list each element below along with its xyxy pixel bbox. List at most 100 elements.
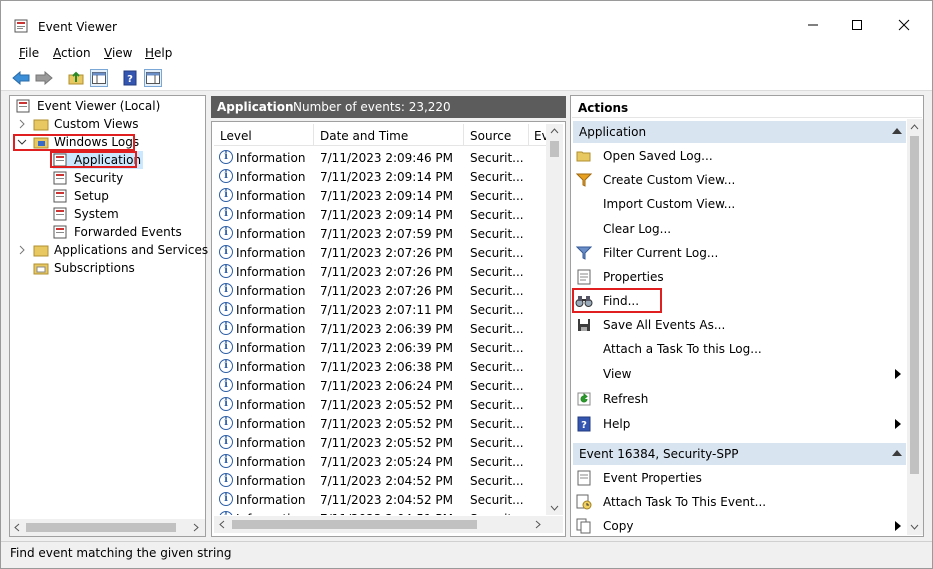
chevron-right-icon[interactable] [17, 245, 27, 255]
tree-label-system: System [74, 207, 119, 221]
action-help[interactable]: ? Help [575, 412, 905, 436]
cell-date-time: 7/11/2023 2:09:14 PM [320, 170, 454, 184]
menu-file[interactable]: File [19, 46, 39, 60]
actions-section-event[interactable]: Event 16384, Security-SPP [573, 443, 906, 465]
scroll-thumb[interactable] [910, 136, 919, 474]
collapse-up-icon[interactable] [892, 450, 902, 456]
maximize-icon [852, 20, 862, 30]
table-row[interactable]: i Information 7/11/2023 2:07:26 PM Securit.… [214, 262, 546, 281]
cell-source: Securit... [470, 360, 524, 374]
table-row[interactable]: i Information 7/11/2023 2:09:14 PM Securit.… [214, 205, 546, 224]
tree-item-event-viewer-local[interactable]: Event Viewer (Local) [16, 97, 160, 115]
maximize-button[interactable] [834, 11, 880, 39]
up-folder-button[interactable] [67, 69, 85, 87]
chevron-right-icon[interactable] [17, 119, 27, 129]
action-save-all-events-as[interactable]: Save All Events As... [575, 313, 905, 337]
close-button[interactable] [881, 11, 927, 39]
column-source[interactable]: Source [470, 129, 511, 143]
action-event-properties[interactable]: Event Properties [575, 466, 905, 490]
table-row[interactable]: i Information 7/11/2023 2:05:52 PM Securit.… [214, 395, 546, 414]
tree-horizontal-scrollbar[interactable] [10, 519, 205, 536]
title-bar[interactable]: Event Viewer [1, 1, 932, 39]
tree-item-system[interactable]: System [53, 205, 119, 223]
table-row[interactable]: i Information 7/11/2023 2:09:46 PM Securit.… [214, 148, 546, 167]
action-label: Clear Log... [603, 222, 672, 236]
action-open-saved-log[interactable]: Open Saved Log... [575, 144, 905, 168]
actions-section-application[interactable]: Application [573, 121, 906, 143]
table-row[interactable]: i Information 7/11/2023 2:05:24 PM Securit.… [214, 452, 546, 471]
windows-logs-folder-icon [33, 137, 49, 149]
scroll-up-icon[interactable] [550, 127, 559, 135]
scroll-up-icon[interactable] [910, 123, 919, 131]
tree-item-application[interactable]: Application [53, 151, 144, 169]
table-row[interactable]: i Information 7/11/2023 2:04:52 PM Securit.… [214, 471, 546, 490]
scroll-thumb[interactable] [550, 141, 559, 157]
copy-icon [575, 518, 593, 534]
scroll-down-icon[interactable] [910, 523, 919, 531]
menu-action[interactable]: Action [53, 46, 91, 60]
action-attach-a-task-to-this-log[interactable]: Attach a Task To this Log... [575, 337, 905, 361]
table-row[interactable]: i Information 7/11/2023 2:06:39 PM Securit.… [214, 338, 546, 357]
scroll-down-icon[interactable] [550, 504, 559, 512]
action-find[interactable]: Find... [575, 289, 905, 313]
table-row[interactable]: i Information 7/11/2023 2:06:24 PM Securit.… [214, 376, 546, 395]
tree-item-security[interactable]: Security [53, 169, 123, 187]
forward-button[interactable] [35, 69, 53, 87]
section-title: Event 16384, Security-SPP [579, 447, 739, 461]
show-hide-tree-button[interactable] [90, 69, 108, 87]
actions-vertical-scrollbar[interactable] [907, 119, 923, 535]
back-arrow-icon [12, 71, 30, 85]
cell-source: Securit... [470, 474, 524, 488]
column-level[interactable]: Level [220, 129, 252, 143]
action-import-custom-view[interactable]: Import Custom View... [575, 192, 905, 216]
table-row[interactable]: i Information 7/11/2023 2:06:38 PM Securit.… [214, 357, 546, 376]
action-clear-log[interactable]: Clear Log... [575, 217, 905, 241]
scroll-right-icon[interactable] [534, 520, 542, 529]
show-hide-actions-button[interactable] [144, 69, 162, 87]
back-button[interactable] [12, 69, 30, 87]
action-copy[interactable]: Copy [575, 514, 905, 538]
action-refresh[interactable]: Refresh [575, 387, 905, 411]
events-vertical-scrollbar[interactable] [546, 124, 563, 515]
tree-item-windows-logs[interactable]: Windows Logs [17, 133, 139, 151]
tree-item-custom-views[interactable]: Custom Views [17, 115, 139, 133]
table-row[interactable]: i Information 7/11/2023 2:09:14 PM Securit.… [214, 186, 546, 205]
tree-item-subscriptions[interactable]: Subscriptions [33, 259, 135, 277]
action-filter-current-log[interactable]: Filter Current Log... [575, 241, 905, 265]
window-title: Event Viewer [38, 20, 117, 34]
tree-item-apps-services[interactable]: Applications and Services Lo [17, 241, 226, 259]
table-row[interactable]: i Information 7/11/2023 2:05:52 PM Securit.… [214, 414, 546, 433]
cell-source: Securit... [470, 284, 524, 298]
scroll-thumb[interactable] [26, 523, 176, 532]
scroll-left-icon[interactable] [13, 523, 21, 532]
table-row[interactable]: i Information 7/11/2023 2:05:52 PM Securit.… [214, 433, 546, 452]
actions-pane-title: Actions [572, 97, 922, 118]
collapse-up-icon[interactable] [892, 128, 902, 134]
action-create-custom-view[interactable]: Create Custom View... [575, 168, 905, 192]
table-row[interactable]: iInformation 7/11/2023 2:04:51 PM Securit.… [214, 509, 546, 515]
tree-item-forwarded-events[interactable]: Forwarded Events [53, 223, 182, 241]
action-attach-task-to-this-event[interactable]: Attach Task To This Event... [575, 490, 905, 514]
help-toolbar-button[interactable]: ? [121, 69, 139, 87]
tree-item-setup[interactable]: Setup [53, 187, 109, 205]
table-row[interactable]: i Information 7/11/2023 2:07:26 PM Securit.… [214, 281, 546, 300]
events-horizontal-scrollbar[interactable] [214, 516, 563, 533]
table-row[interactable]: i Information 7/11/2023 2:07:11 PM Securit.… [214, 300, 546, 319]
chevron-down-icon[interactable] [17, 137, 27, 147]
tree-label-forwarded-events: Forwarded Events [74, 225, 182, 239]
table-row[interactable]: i Information 7/11/2023 2:07:26 PM Securit.… [214, 243, 546, 262]
action-label: Refresh [603, 392, 649, 406]
scroll-thumb[interactable] [232, 520, 477, 529]
action-view[interactable]: View [575, 362, 905, 386]
menu-help[interactable]: Help [145, 46, 172, 60]
table-row[interactable]: i Information 7/11/2023 2:06:39 PM Securit.… [214, 319, 546, 338]
action-properties[interactable]: Properties [575, 265, 905, 289]
column-date-time[interactable]: Date and Time [320, 129, 408, 143]
scroll-right-icon[interactable] [192, 523, 200, 532]
minimize-button[interactable] [790, 11, 836, 39]
table-row[interactable]: i Information 7/11/2023 2:09:14 PM Securit.… [214, 167, 546, 186]
menu-view[interactable]: View [104, 46, 132, 60]
scroll-left-icon[interactable] [218, 520, 226, 529]
table-row[interactable]: i Information 7/11/2023 2:04:52 PM Securit.… [214, 490, 546, 509]
table-row[interactable]: i Information 7/11/2023 2:07:59 PM Securit.… [214, 224, 546, 243]
